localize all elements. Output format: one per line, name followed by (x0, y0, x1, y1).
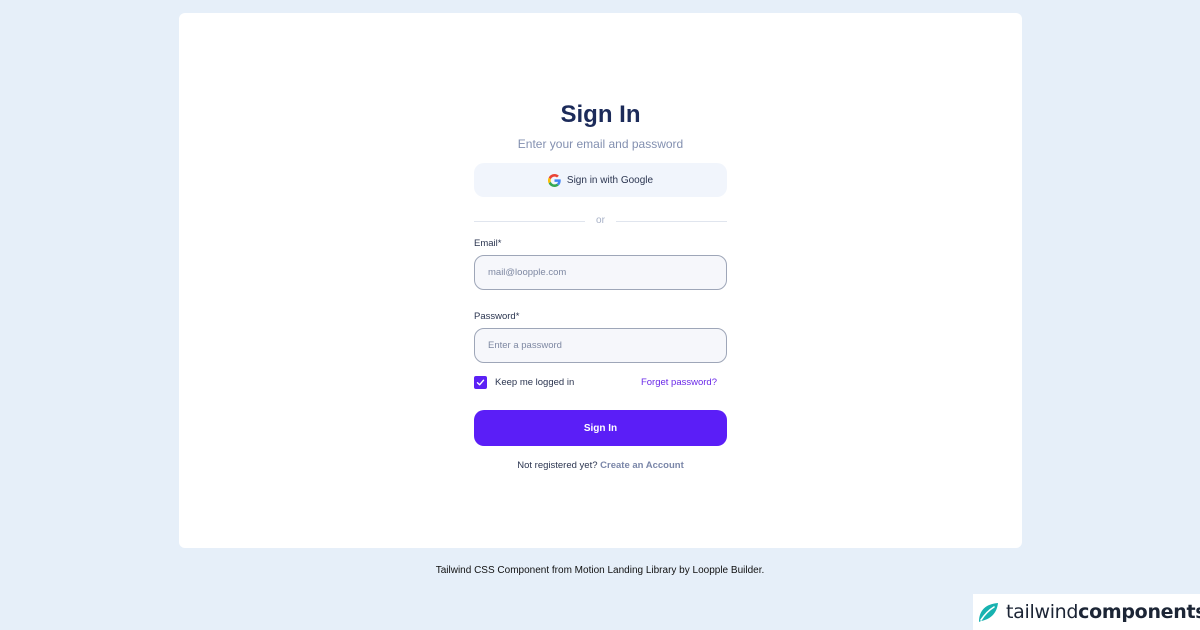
page-subtitle: Enter your email and password (517, 137, 684, 151)
password-label: Password* (474, 311, 520, 322)
email-field[interactable] (474, 255, 727, 290)
email-label: Email* (474, 238, 502, 249)
google-signin-button[interactable]: Sign in with Google (474, 163, 727, 197)
keep-logged-in-label: Keep me logged in (495, 377, 575, 388)
password-field[interactable] (474, 328, 727, 363)
google-signin-label: Sign in with Google (566, 174, 654, 186)
brand-name-light: tailwind (1006, 601, 1079, 623)
checkmark-icon (476, 379, 485, 386)
forget-password-link[interactable]: Forget password? (641, 377, 717, 389)
tailwind-leaf-icon (976, 600, 1001, 625)
sign-in-button[interactable]: Sign In (474, 410, 727, 446)
brand-name: tailwindcomponents (1006, 601, 1200, 623)
options-row: Keep me logged in Forget password? (474, 375, 727, 391)
divider-line-right (616, 221, 727, 222)
google-icon (547, 173, 561, 187)
page-title: Sign In (560, 101, 641, 128)
register-row: Not registered yet? Create an Account (474, 460, 727, 472)
create-account-link[interactable]: Create an Account (600, 460, 684, 471)
footer-credit: Tailwind CSS Component from Motion Landi… (435, 565, 765, 576)
or-divider: or (474, 214, 727, 228)
keep-logged-in-checkbox[interactable] (474, 376, 487, 389)
signin-card: Sign In Enter your email and password Si… (179, 13, 1022, 548)
register-prompt: Not registered yet? (517, 460, 598, 471)
brand-name-bold: components (1078, 601, 1200, 623)
brand-logo[interactable]: tailwindcomponents (973, 594, 1200, 630)
